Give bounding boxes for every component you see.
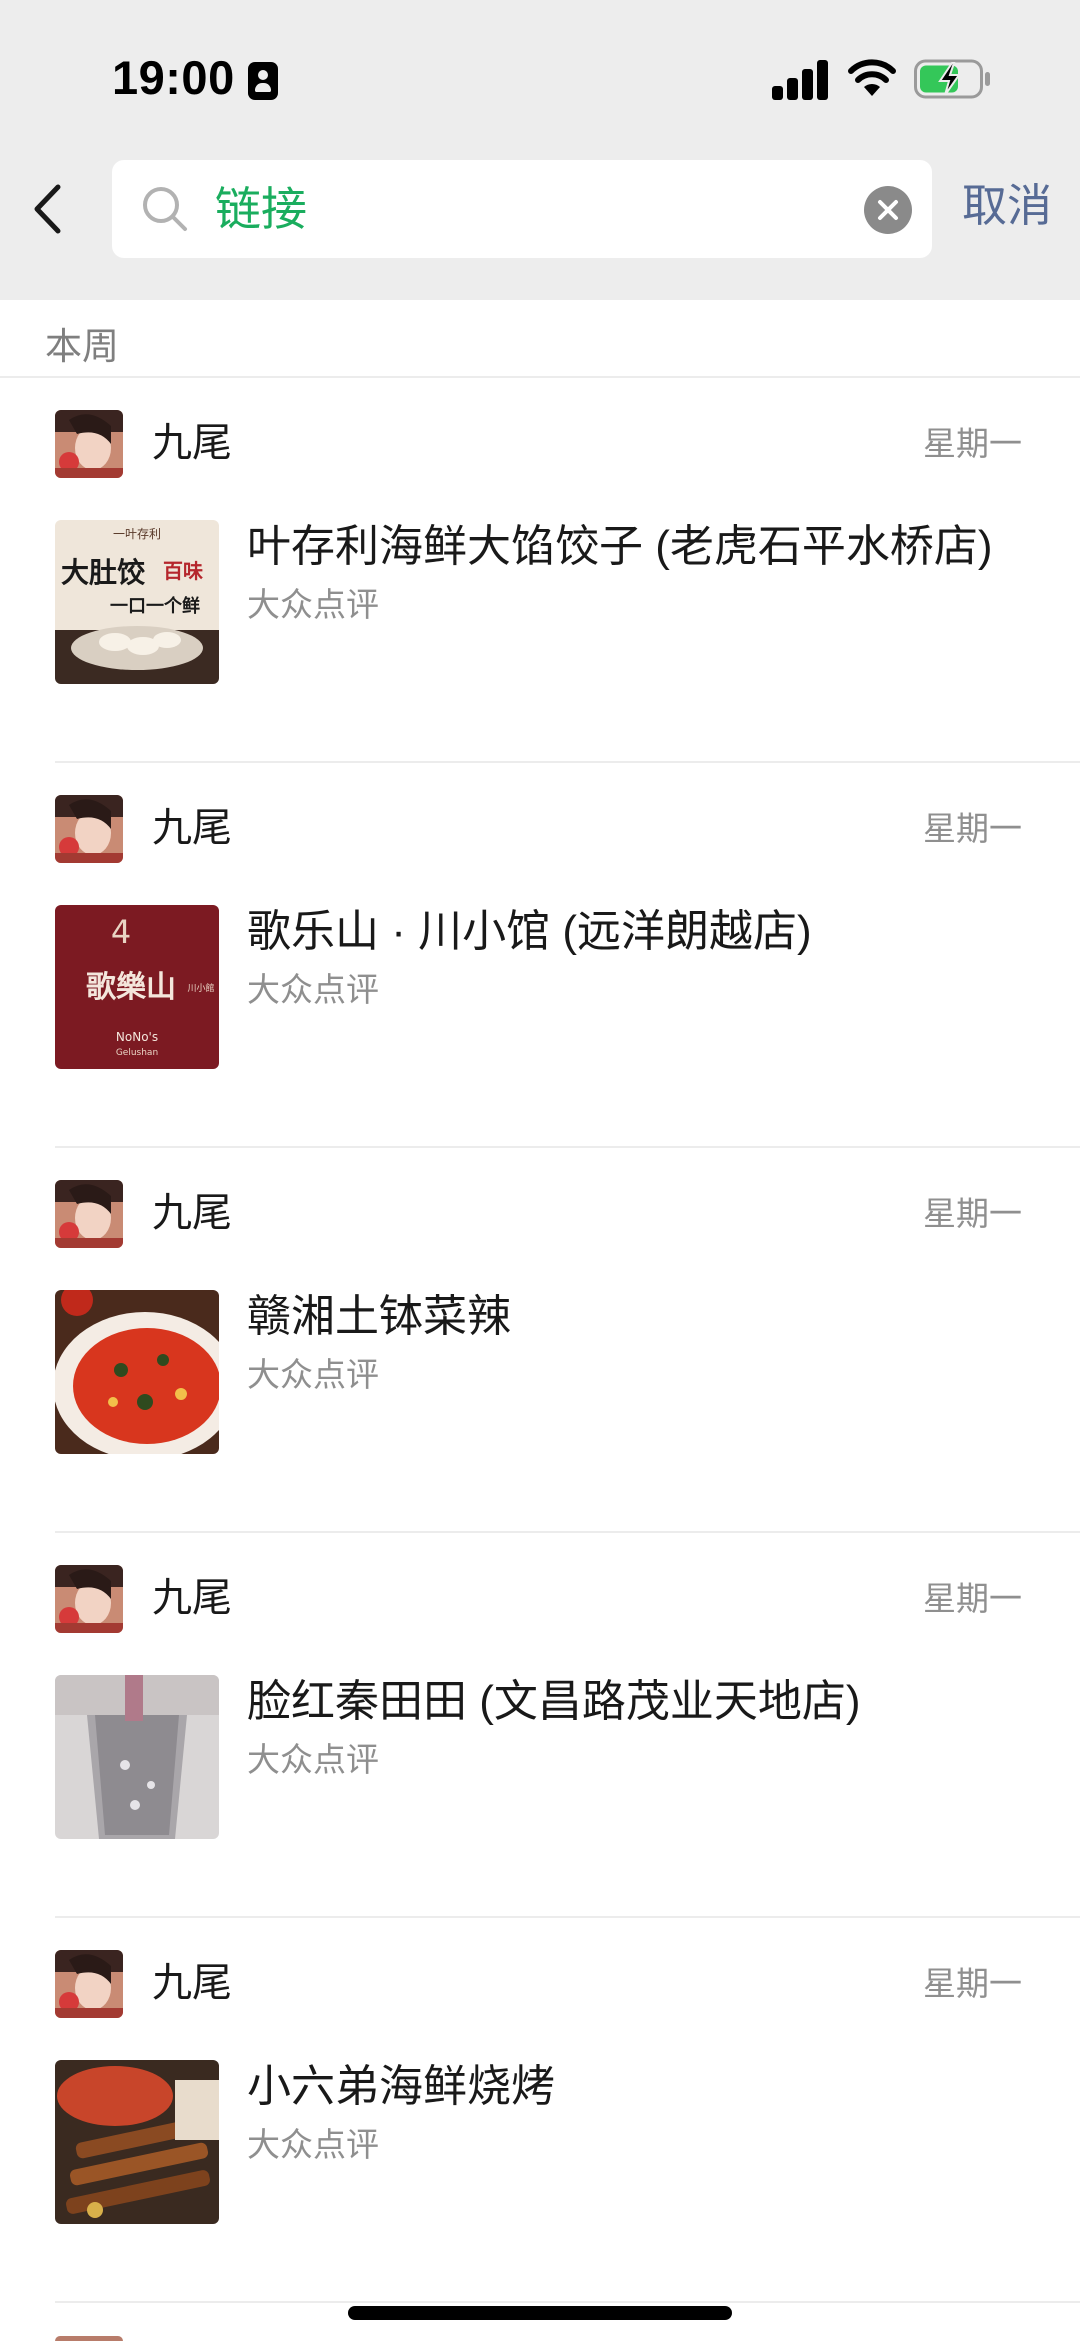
link-source: 大众点评 <box>247 1741 379 1778</box>
divider <box>55 2301 1080 2303</box>
link-thumbnail: 一叶存利 大肚饺 百味 一口一个鲜 <box>55 520 219 684</box>
thumbnail-text: 百味 <box>163 559 203 583</box>
thumbnail-text: 歌樂山 <box>86 970 176 1005</box>
link-title: 赣湘土钵菜辣 <box>247 1292 511 1341</box>
avatar[interactable] <box>55 1565 123 1633</box>
link-title: 脸红秦田田 (文昌路茂业天地店) <box>247 1677 861 1726</box>
message-date: 星期一 <box>923 1580 1022 1617</box>
link-source: 大众点评 <box>247 586 379 623</box>
link-source: 大众点评 <box>247 2126 379 2163</box>
message-list: 九尾 星期一 一叶存利 大肚饺 百味 一口一个鲜 叶存利海鲜大馅饺子 (老虎石平… <box>0 378 1080 2303</box>
avatar[interactable] <box>55 795 123 863</box>
search-query[interactable]: 链接 <box>215 180 307 238</box>
message-date: 星期一 <box>923 425 1022 462</box>
thumbnail-text: Gelushan <box>116 1048 158 1058</box>
search-icon <box>143 187 187 231</box>
section-label: 本周 <box>45 326 119 367</box>
sender-name: 九尾 <box>152 806 232 850</box>
battery-charging-icon <box>914 59 990 99</box>
wifi-icon <box>848 59 896 96</box>
sender-name: 九尾 <box>152 1576 232 1620</box>
search-input[interactable]: 链接 <box>112 160 932 258</box>
avatar[interactable] <box>55 410 123 478</box>
status-bar: 19:00 <box>0 0 1080 150</box>
link-thumbnail: 4 歌樂山 川小館 NoNo's Gelushan <box>55 905 219 1069</box>
person-id-icon <box>248 62 278 100</box>
sender-name: 九尾 <box>152 1191 232 1235</box>
thumbnail-text: 川小館 <box>187 982 214 994</box>
sender-name: 九尾 <box>152 1961 232 2005</box>
chevron-left-icon <box>34 184 61 234</box>
message-date: 星期一 <box>923 810 1022 847</box>
message-date: 星期一 <box>923 1195 1022 1232</box>
thumbnail-text: NoNo's <box>116 1030 158 1044</box>
link-title: 叶存利海鲜大馅饺子 (老虎石平水桥店) <box>247 522 993 571</box>
list-item[interactable]: 九尾 星期一 脸红秦田田 (文昌路茂业天地店) 大众点评 <box>0 1533 1080 1918</box>
thumbnail-text: 4 <box>111 913 131 951</box>
sender-name: 九尾 <box>152 421 232 465</box>
thumbnail-text: 一口一个鲜 <box>110 595 200 617</box>
close-icon <box>878 200 898 220</box>
status-time: 19:00 <box>112 51 235 104</box>
link-source: 大众点评 <box>247 971 379 1008</box>
list-item[interactable]: 九尾 星期一 4 歌樂山 川小館 NoNo's Gelushan 歌乐山 · 川… <box>0 763 1080 1148</box>
link-thumbnail <box>55 1675 219 1839</box>
link-thumbnail <box>55 1290 219 1454</box>
list-item[interactable]: 九尾 星期一 一叶存利 大肚饺 百味 一口一个鲜 叶存利海鲜大馅饺子 (老虎石平… <box>0 378 1080 763</box>
link-title: 小六弟海鲜烧烤 <box>247 2062 555 2111</box>
section-header: 本周 <box>0 300 1080 378</box>
list-item[interactable]: 九尾 星期一 小六弟海鲜烧烤 大众点评 <box>0 1918 1080 2303</box>
message-date: 星期一 <box>923 1965 1022 2002</box>
home-indicator[interactable] <box>348 2306 732 2320</box>
thumbnail-text: 大肚饺 <box>61 556 146 589</box>
top-area: 19:00 链接 取消 <box>0 0 1080 300</box>
cellular-signal-icon <box>772 60 830 100</box>
avatar[interactable] <box>55 2336 123 2341</box>
link-title: 歌乐山 · 川小馆 (远洋朗越店) <box>247 907 812 956</box>
avatar[interactable] <box>55 1950 123 2018</box>
clear-search-button[interactable] <box>864 186 912 234</box>
list-item[interactable]: 九尾 星期一 赣湘土钵菜辣 大众点评 <box>0 1148 1080 1533</box>
link-source: 大众点评 <box>247 1356 379 1393</box>
cancel-button[interactable]: 取消 <box>962 176 1052 236</box>
thumbnail-text: 一叶存利 <box>113 527 161 541</box>
avatar[interactable] <box>55 1180 123 1248</box>
link-thumbnail <box>55 2060 219 2224</box>
back-button[interactable] <box>22 178 72 240</box>
